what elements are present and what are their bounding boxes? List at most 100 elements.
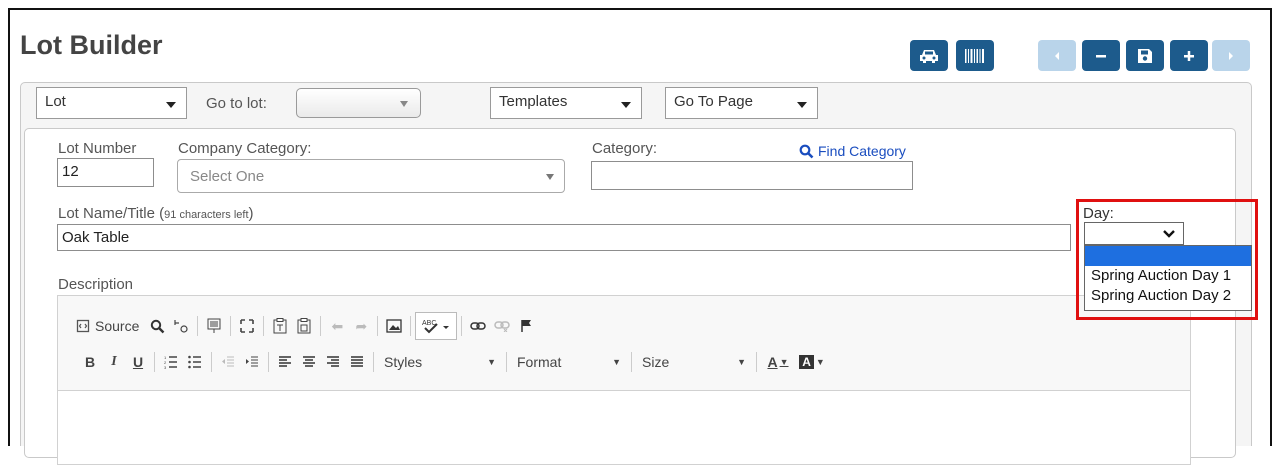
company-category-label: Company Category: [178,140,312,157]
paste-word-icon[interactable] [292,314,316,338]
unordered-list-icon [188,355,201,369]
format-label: Format [517,354,562,370]
image-icon[interactable] [382,314,406,338]
go-to-page-value: Go To Page [674,93,753,110]
next-icon [1229,51,1233,60]
search-icon [799,144,814,158]
category-input[interactable] [591,161,913,190]
find-category-link[interactable]: Find Category [799,143,906,159]
align-right-icon[interactable] [321,350,345,374]
spellcheck-icon[interactable]: ABC [415,312,458,340]
undo-icon[interactable]: ⬅ [325,314,349,338]
numbered-list-icon[interactable]: 123 [159,350,183,374]
caret-down-icon: ▼ [737,357,746,367]
background-color-icon[interactable]: A ▼ [795,350,829,374]
add-button[interactable] [1170,40,1208,71]
find-icon[interactable] [145,314,169,338]
outdent-icon[interactable] [216,350,240,374]
text-color-icon[interactable]: A ▼ [761,350,795,374]
styles-label: Styles [384,354,423,370]
source-doc-icon [76,319,90,333]
chevron-down-icon [400,101,408,107]
expand-arrows-icon [240,319,255,333]
templates-select-value: Templates [499,93,568,110]
lot-name-label-text: Lot Name/Title ( [58,205,165,222]
company-category-placeholder: Select One [190,168,265,185]
italic-icon[interactable]: I [102,350,126,374]
format-dropdown[interactable]: Format ▼ [511,354,627,370]
clipboard-word-icon [297,318,311,334]
styles-dropdown[interactable]: Styles ▼ [378,354,502,370]
replace-glyph-icon [174,320,188,333]
lot-select[interactable]: Lot [36,87,187,119]
toolbar-separator [154,352,155,372]
ordered-list-icon: 123 [164,355,177,369]
lot-number-value: 12 [62,163,79,180]
replace-icon[interactable] [169,314,193,338]
prev-icon [1055,51,1059,60]
clipboard-icon [273,318,287,334]
toolbar-separator [373,352,374,372]
bold-icon[interactable]: B [78,350,102,374]
link-icon[interactable] [466,314,490,338]
source-icon[interactable]: Source [76,314,139,338]
category-label: Category: [592,140,658,157]
toolbar-separator [197,316,199,336]
picture-icon [386,319,403,333]
editor-content-area[interactable] [58,390,1190,464]
flag-icon [521,320,532,332]
editor-toolbar-row-1: Source ⬅ ➦ ABC [76,312,538,340]
decrease-indent-icon [222,356,234,367]
save-icon [1138,48,1152,63]
templates-icon[interactable] [202,314,226,338]
align-left-glyph-icon [279,356,291,367]
source-label: Source [95,318,140,334]
svg-text:3: 3 [164,365,167,369]
chain-icon [470,322,487,330]
chevron-down-icon [546,174,554,180]
remove-button[interactable] [1082,40,1120,71]
lot-number-input[interactable]: 12 [57,158,154,187]
lot-select-value: Lot [45,93,66,110]
minus-icon [1096,54,1106,57]
indent-icon[interactable] [240,350,264,374]
vehicle-button[interactable] [910,40,948,71]
align-left-icon[interactable] [273,350,297,374]
toolbar-separator [506,352,507,372]
justify-icon[interactable] [345,350,369,374]
anchor-flag-icon[interactable] [514,314,538,338]
unlink-icon[interactable] [490,314,514,338]
chevron-down-icon [621,102,631,108]
find-category-label: Find Category [818,143,906,159]
go-to-page-select[interactable]: Go To Page [665,87,818,119]
bulleted-list-icon[interactable] [183,350,207,374]
align-center-icon[interactable] [297,350,321,374]
company-category-select[interactable]: Select One [177,159,565,193]
chevron-down-icon [166,102,176,108]
underline-icon[interactable]: U [126,350,150,374]
align-center-glyph-icon [303,356,315,367]
save-button[interactable] [1126,40,1164,71]
lot-name-input[interactable]: Oak Table [57,224,1071,251]
next-button[interactable] [1212,40,1250,71]
goto-lot-select[interactable] [296,88,421,118]
align-right-glyph-icon [327,356,339,367]
toolbar-separator [230,316,232,336]
paste-text-icon[interactable] [268,314,292,338]
editor-toolbar-row-2: B I U 123 Styles ▼ Format ▼ Size ▼ A ▼ A ▼ [78,350,829,374]
size-dropdown[interactable]: Size ▼ [636,354,752,370]
redo-icon[interactable]: ➦ [349,314,373,338]
toolbar-separator [263,316,265,336]
templates-select[interactable]: Templates [490,87,642,119]
toolbar-separator [410,316,412,336]
description-label: Description [58,276,134,293]
maximize-icon[interactable] [235,314,259,338]
barcode-button[interactable] [956,40,994,71]
page-title: Lot Builder [20,30,163,60]
previous-button[interactable] [1038,40,1076,71]
magnifier-icon [150,319,165,333]
increase-indent-icon [246,356,258,367]
document-lines-icon [207,318,221,333]
goto-lot-label: Go to lot: [206,95,267,112]
caret-down-icon: ▼ [487,357,496,367]
